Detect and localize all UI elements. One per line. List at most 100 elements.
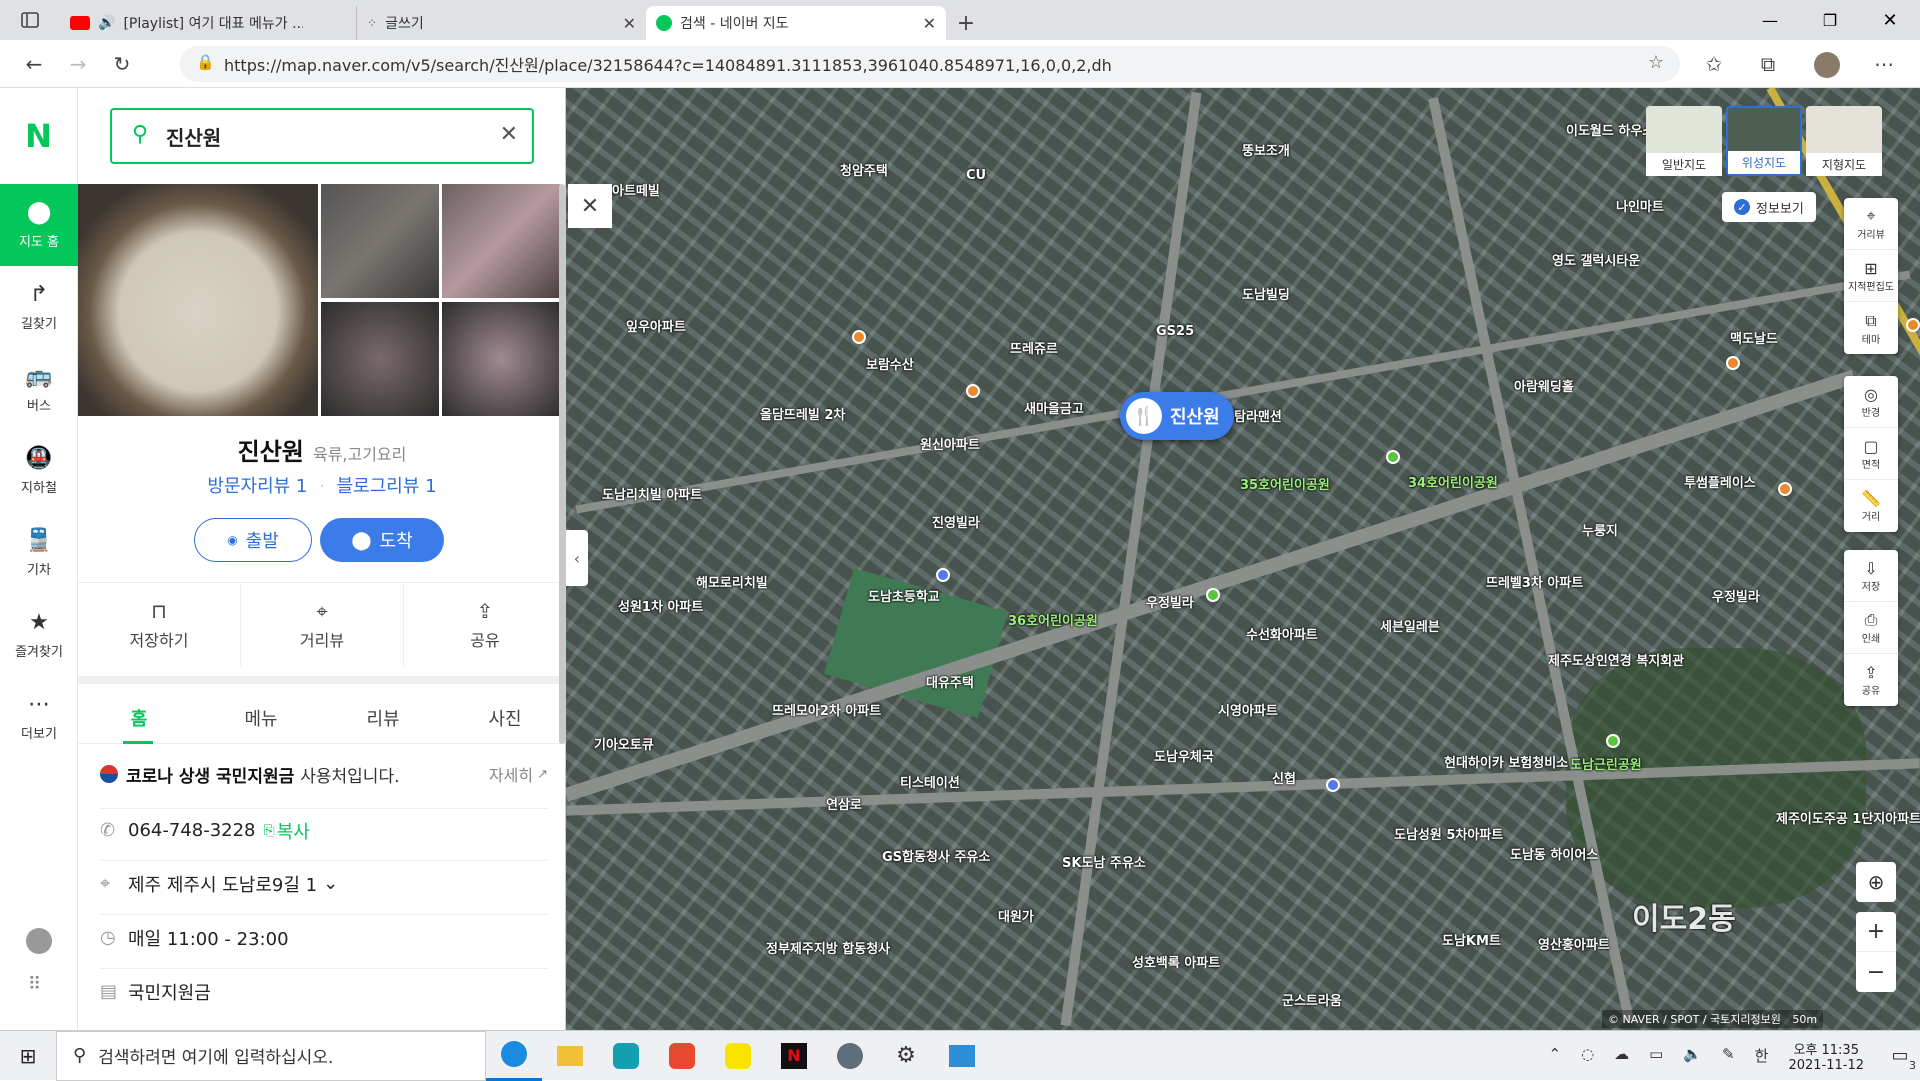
place-photo[interactable] [321,302,439,416]
map-label[interactable]: 뜨레모아2차 아파트 [772,700,881,719]
place-photo[interactable] [442,184,560,298]
browser-tab[interactable]: ⁘ 글쓰기 ✕ [356,6,646,40]
poi-pin[interactable] [1778,482,1792,496]
minimize-icon[interactable]: — [1740,0,1800,40]
map-label[interactable]: 뜨레벨3차 아파트 [1486,572,1583,591]
zoom-out-button[interactable]: − [1856,952,1896,992]
map-label[interactable]: 도남동 하이어스 [1510,844,1598,863]
layer-terrain-button[interactable]: 지형지도 [1806,106,1882,176]
tool-cadastral[interactable]: ⊞ 지적편집도 [1844,250,1898,302]
poi-pin[interactable] [1206,588,1220,602]
tab-actions-icon[interactable] [0,0,60,40]
tab-review[interactable]: 리뷰 [322,692,444,743]
nav-directions[interactable]: ↱ 길찾기 [0,266,78,348]
depart-button[interactable]: ◉ 출발 [194,518,312,562]
map-label[interactable]: 성원1차 아파트 [618,596,703,615]
forward-icon[interactable]: → [60,46,96,82]
blog-review-link[interactable]: 블로그리뷰 1 [337,476,437,497]
ime-icon[interactable]: 한 [1755,1045,1769,1066]
system-tray-icons[interactable]: ⌃ ◌ ☁ ▭ 🔈 ✎ 한 [1549,1045,1769,1066]
map-label[interactable]: 수선화아파트 [1246,624,1318,643]
current-location-button[interactable]: ⊕ [1856,862,1896,902]
map-label[interactable]: 35호어린이공원 [1240,474,1330,493]
add-favorite-icon[interactable]: ☆ [1648,52,1664,73]
place-photo[interactable] [321,184,439,298]
zoom-in-button[interactable]: + [1856,912,1896,952]
map-label[interactable]: 우정빌라 [1712,586,1760,605]
map-label[interactable]: 이도월드 하우스 [1566,120,1654,139]
nav-bus[interactable]: 🚌 버스 [0,348,78,430]
map-label[interactable]: 아람웨딩홀 [1514,376,1574,395]
map-label[interactable]: 해모로리치빌 [696,572,768,591]
visitor-review-link[interactable]: 방문자리뷰 1 [207,476,307,497]
close-tab-icon[interactable]: ✕ [623,14,636,33]
poi-pin[interactable] [1606,734,1620,748]
map-label[interactable]: 세븐일레븐 [1380,616,1440,635]
nav-map-home[interactable]: ⬤ 지도 홈 [0,184,78,266]
poi-pin[interactable] [1326,778,1340,792]
layer-satellite-button[interactable]: 위성지도 [1726,106,1802,176]
map-label[interactable]: 대원가 [998,906,1034,925]
address-row[interactable]: ⌖ 제주 제주시 도남로9길 1 ⌄ [100,860,548,906]
map-label[interactable]: 34호어린이공원 [1408,472,1498,491]
hours-row[interactable]: ◷ 매일 11:00 - 23:00 [100,914,548,960]
map-label[interactable]: 맥도날드 [1730,328,1778,347]
map-label[interactable]: 보람수산 [866,354,914,373]
tool-area[interactable]: ▢ 면적 [1844,428,1898,480]
user-avatar[interactable] [26,928,52,954]
more-menu-icon[interactable]: ⋯ [1866,46,1902,82]
map-label[interactable]: 시영아파트 [1218,700,1278,719]
browser-tab[interactable]: 🔊 [Playlist] 여기 대표 메뉴가 ... [60,6,356,40]
map-label[interactable]: 정부제주지방 합동청사 [766,938,890,957]
share-button[interactable]: ⇪ 공유 [404,583,565,666]
map-label[interactable]: 제주도상인연경 복지회관 [1548,650,1684,669]
map-label[interactable]: 누룽지 [1582,520,1618,539]
back-icon[interactable]: ← [16,46,52,82]
tab-home[interactable]: 홈 [78,692,200,744]
netflix-icon[interactable]: N [766,1031,822,1081]
poi-pin[interactable] [936,568,950,582]
profile-avatar[interactable] [1814,52,1840,78]
map-label[interactable]: 대유주택 [926,672,974,691]
map-label[interactable]: GS25 [1156,324,1194,339]
app-icon[interactable] [654,1031,710,1081]
map-label[interactable]: 기아오토큐 [594,734,654,753]
phone-number[interactable]: 064-748-3228 [128,820,256,841]
nav-more[interactable]: ⋯ 더보기 [0,676,78,758]
map-label[interactable]: 탐라맨션 [1234,406,1282,425]
windows-start-icon[interactable]: ⊞ [0,1031,56,1081]
arrive-button[interactable]: ⬤ 도착 [320,518,444,562]
tool-theme[interactable]: ⧉ 테마 [1844,302,1898,354]
map-label[interactable]: 우정빌라 [1146,592,1194,611]
map-label[interactable]: 군스트라움 [1282,990,1342,1009]
map-label[interactable]: 청암주택 [840,160,888,179]
tool-distance[interactable]: 📏 거리 [1844,480,1898,532]
app-icon[interactable] [598,1031,654,1081]
map-label[interactable]: 도남우체국 [1154,746,1214,765]
search-input[interactable]: ⚲ 진산원 ✕ [110,108,534,164]
map-label[interactable]: 이도2동 [1632,894,1736,938]
map-label[interactable]: SK도남 주유소 [1062,852,1146,871]
close-tab-icon[interactable]: ✕ [923,14,936,33]
satellite-map[interactable]: 뚱보조개 청암주택 CU 아트떼빌 잎우아파트 보람수산 뜨레쥬르 GS25 새… [566,88,1920,1030]
map-label[interactable]: 도남성원 5차아파트 [1394,824,1503,843]
clear-search-icon[interactable]: ✕ [500,122,518,147]
layer-normal-button[interactable]: 일반지도 [1646,106,1722,176]
settings-icon[interactable]: ⚙ [878,1031,934,1081]
nav-subway[interactable]: 🚇 지하철 [0,430,78,512]
close-panel-button[interactable]: ✕ [568,184,612,228]
map-label[interactable]: 원신아파트 [920,434,980,453]
map-label[interactable]: 제주이도주공 1단지아파트 [1776,808,1920,827]
tab-menu[interactable]: 메뉴 [200,692,322,743]
notification-center[interactable]: ▭ 3 [1880,1045,1920,1072]
map-label[interactable]: 영도 갤럭시타운 [1552,250,1640,269]
map-label[interactable]: 현대하이카 보험청비소 [1444,752,1568,771]
new-tab-icon[interactable]: + [946,6,986,40]
map-label[interactable]: GS합동청사 주유소 [882,846,990,865]
poi-pin[interactable] [966,384,980,398]
naver-logo[interactable]: N [0,88,77,184]
place-photo[interactable] [442,302,560,416]
tool-print[interactable]: ⎙ 인쇄 [1844,602,1898,654]
save-button[interactable]: ⊓ 저장하기 [78,583,240,666]
map-label[interactable]: 잎우아파트 [626,316,686,335]
